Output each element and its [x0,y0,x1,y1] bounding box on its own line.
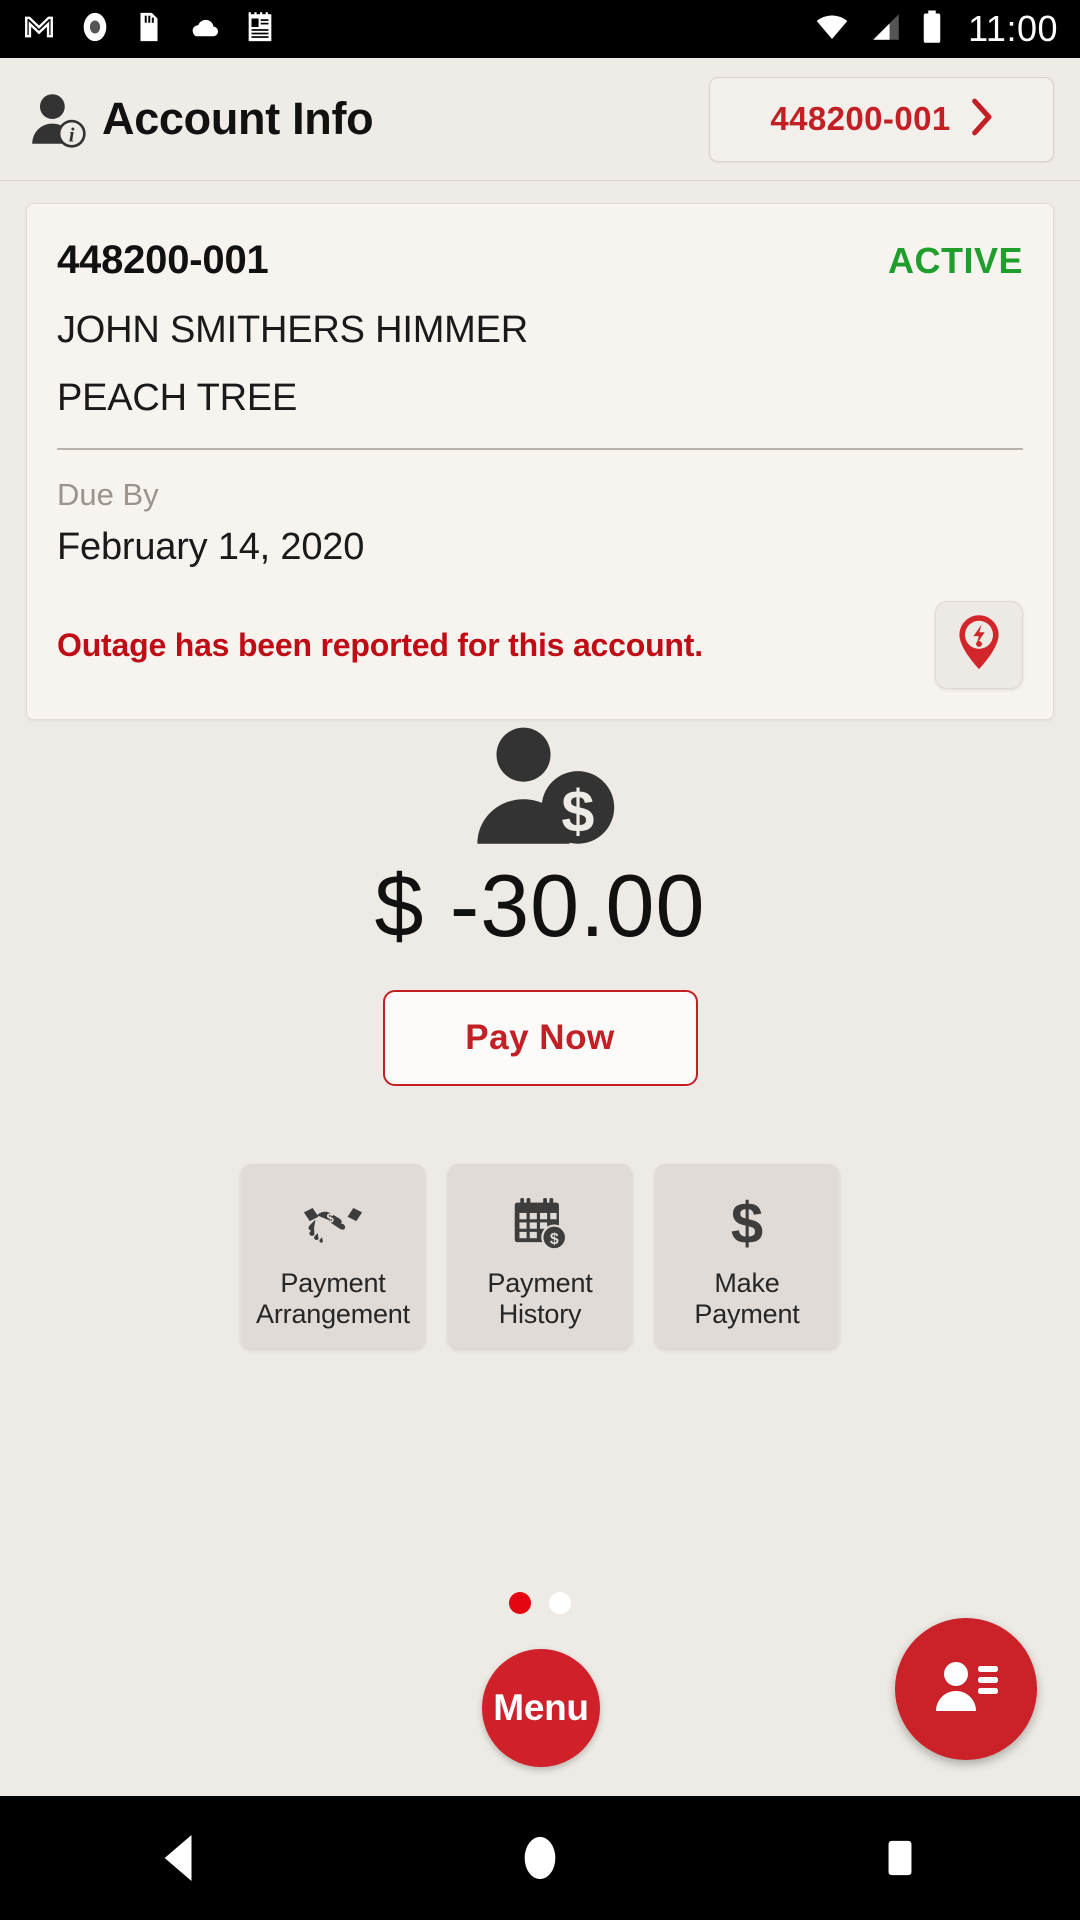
page-dot-2[interactable] [549,1592,571,1614]
recents-square-icon[interactable] [825,1796,975,1920]
svg-text:$: $ [731,1195,763,1253]
cellular-signal-icon [868,10,904,49]
status-bar-system-icons: 11:00 [812,8,1058,50]
customer-name: JOHN SMITHERS HIMMER [57,309,529,351]
status-bar: 11:00 [0,0,1080,58]
back-triangle-icon[interactable] [105,1796,255,1920]
chevron-right-icon [969,98,993,141]
app-screen: 11:00 i Account Info 448200-001 448200-0… [0,0,1080,1920]
android-nav-bar [0,1796,1080,1920]
page-indicator[interactable] [0,1592,1080,1614]
wifi-icon [812,10,852,49]
tile-payment-history[interactable]: $ Payment History [448,1164,632,1348]
svg-text:$: $ [561,778,594,845]
status-bar-notification-icons [22,10,812,49]
balance-amount: $ -30.00 [374,856,706,955]
due-date-value: February 14, 2020 [57,526,365,568]
cloud-icon [186,10,222,49]
svg-text:$: $ [550,1231,559,1248]
tile-label-line1: Make [714,1268,780,1298]
sd-card-icon [134,10,164,49]
tile-label-payment-arrangement: Payment Arrangement [256,1268,410,1331]
gmail-icon [22,10,56,49]
tile-payment-arrangement[interactable]: $ Payment Arrangement [241,1164,425,1348]
tile-label-line2: Payment [694,1299,800,1330]
svg-text:$: $ [326,1211,334,1226]
svg-text:i: i [69,124,75,146]
customer-balance-icon: $ [0,725,1080,852]
account-info-icon: i [26,88,88,150]
page-title: Account Info [102,93,374,144]
quick-actions: $ Payment Arrangement $ Payment History … [0,1164,1080,1348]
handshake-dollar-icon: $ [301,1194,365,1254]
service-address: PEACH TREE [57,377,298,419]
outage-message: Outage has been reported for this accoun… [57,626,703,663]
status-bar-clock: 11:00 [968,8,1058,49]
account-summary-card[interactable]: 448200-001 ACTIVE JOHN SMITHERS HIMMER P… [26,203,1054,720]
due-by-label: Due By [57,477,159,512]
contact-fab-button[interactable] [895,1618,1037,1760]
notes-icon [244,10,276,49]
account-selector-chip[interactable]: 448200-001 [709,76,1054,162]
tile-label-line1: Payment [487,1268,593,1298]
status-badge: ACTIVE [887,240,1023,281]
record-icon [78,10,112,49]
account-selector-label: 448200-001 [770,100,951,137]
outage-report-button[interactable] [935,601,1023,689]
app-header: i Account Info 448200-001 [0,58,1080,181]
calendar-dollar-icon: $ [510,1194,570,1254]
pay-now-button[interactable]: Pay Now [382,990,698,1086]
account-card-header: 448200-001 ACTIVE [57,238,1023,283]
dollar-sign-icon: $ [723,1194,771,1254]
card-divider [57,448,1023,450]
tile-label-line1: Payment [280,1268,386,1298]
battery-icon [920,9,944,50]
tile-label-payment-history: Payment History [487,1268,592,1331]
outage-row: Outage has been reported for this accoun… [57,601,1023,689]
tile-label-make-payment: Make Payment [694,1268,799,1331]
balance-section: $ $ -30.00 Pay Now [0,725,1080,1086]
tile-label-line2: Arrangement [256,1299,410,1330]
home-circle-icon[interactable] [465,1796,615,1920]
account-number: 448200-001 [57,238,269,282]
tile-label-line2: History [498,1299,582,1330]
tile-make-payment[interactable]: $ Make Payment [655,1164,839,1348]
outage-pin-icon [950,612,1008,679]
contact-card-icon [930,1654,1002,1725]
menu-button[interactable]: Menu [482,1649,600,1767]
page-dot-1[interactable] [509,1592,531,1614]
